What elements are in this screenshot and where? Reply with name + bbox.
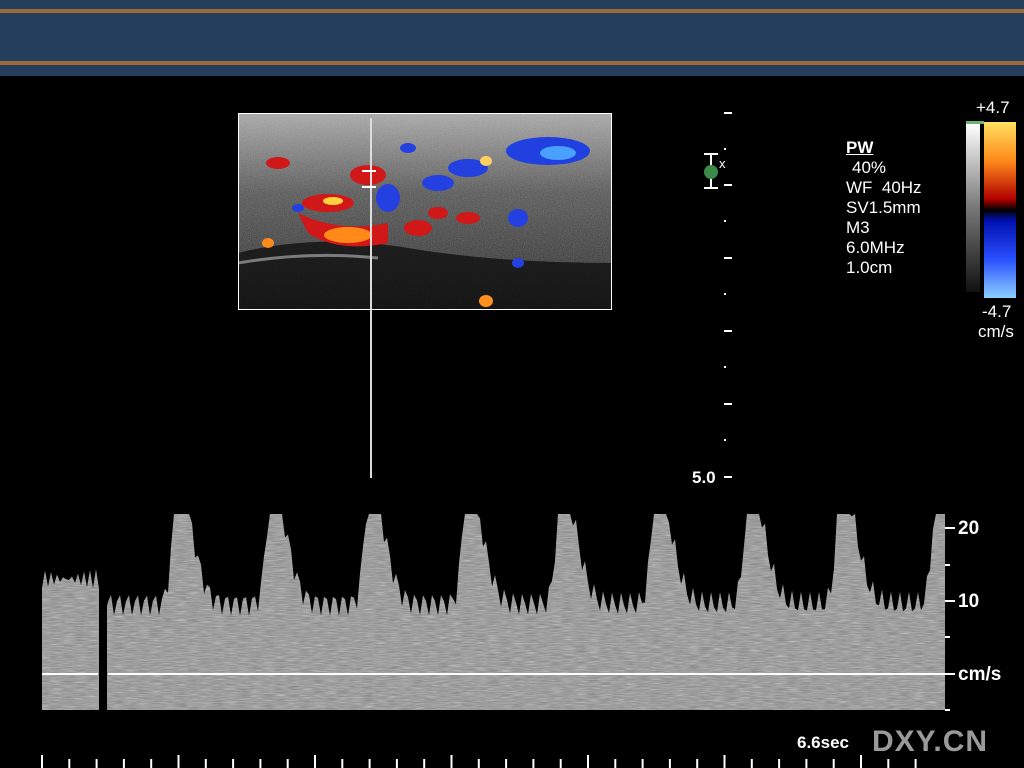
focus-marker-icon[interactable]: x: [700, 152, 730, 192]
velocity-unit: cm/s: [958, 664, 1002, 685]
mode-label[interactable]: PW: [846, 138, 922, 158]
color-box[interactable]: [238, 113, 612, 310]
color-scale-max: +4.7: [976, 98, 1010, 117]
depth-max-label: 5.0: [692, 468, 716, 487]
map-value: M3: [846, 218, 870, 237]
gate-depth-value: 1.0cm: [846, 258, 893, 277]
color-velocity-bar: [984, 122, 1016, 298]
color-scale-unit: cm/s: [978, 322, 1014, 341]
header-bar: [0, 0, 1024, 76]
svg-text:x: x: [719, 156, 726, 171]
sweep-duration: 6.6sec: [797, 733, 849, 752]
frequency-value: 6.0MHz: [846, 238, 905, 257]
header-stripe-bottom: [0, 61, 1024, 65]
spectral-doppler-trace[interactable]: [0, 500, 1024, 768]
velocity-label-20: 20: [958, 518, 980, 539]
velocity-label-10: 10: [958, 591, 980, 612]
gray-map-bar: [966, 124, 980, 292]
wall-filter-value: WF 40Hz: [846, 178, 922, 197]
gain-value: 40%: [852, 158, 887, 177]
acquisition-settings: PW 40% WF 40Hz SV1.5mm M3 6.0MHz 1.0cm: [846, 138, 922, 278]
color-scale-min: -4.7: [982, 302, 1012, 321]
watermark: DXY.CN: [872, 725, 989, 758]
sample-volume-value: SV1.5mm: [846, 198, 921, 217]
sample-gate-icon[interactable]: [362, 170, 376, 188]
header-stripe-top: [0, 9, 1024, 13]
